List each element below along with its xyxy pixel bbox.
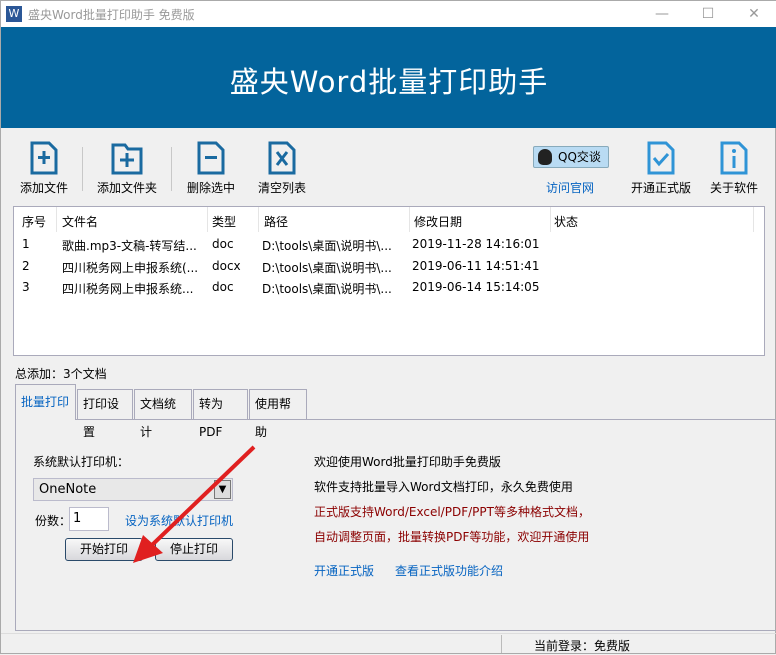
upgrade-link[interactable]: 开通正式版 [314, 562, 374, 579]
delete-file-icon [197, 141, 225, 175]
divider [171, 147, 172, 191]
app-title: 盛央Word批量打印助手 [229, 65, 549, 99]
upgrade-label: 开通正式版 [630, 181, 691, 195]
table-cell: 1 [22, 237, 30, 251]
add-folder-label: 添加文件夹 [96, 181, 157, 195]
qq-chat-button[interactable]: QQ交谈 [533, 146, 609, 168]
printer-label: 系统默认打印机： [33, 455, 130, 469]
column-header-status[interactable]: 状态 [554, 213, 578, 230]
welcome-message: 欢迎使用Word批量打印助手免费版 [314, 455, 501, 469]
about-label: 关于软件 [709, 181, 758, 195]
status-bar [1, 633, 776, 655]
upgrade-button[interactable]: 开通正式版 [625, 141, 697, 196]
add-file-button[interactable]: 添加文件 [8, 141, 80, 196]
info-icon [720, 141, 748, 175]
column-header-filename[interactable]: 文件名 [62, 213, 98, 230]
promo-message-2: 自动调整页面，批量转换PDF等功能，欢迎开通使用 [314, 530, 590, 544]
column-divider [409, 207, 410, 232]
check-document-icon [647, 141, 675, 175]
delete-selected-button[interactable]: 删除选中 [175, 141, 247, 196]
qq-label: QQ交谈 [558, 150, 601, 164]
table-cell: 四川税务网上申报系统(... [62, 260, 199, 275]
copies-label: 份数： [35, 514, 72, 528]
total-count: 总添加：3个文档 [15, 367, 107, 381]
add-folder-icon [111, 143, 143, 175]
table-cell: 2 [22, 258, 30, 273]
maximize-button[interactable]: ☐ [693, 4, 723, 24]
column-divider [56, 207, 57, 232]
red-arrow-annotation [133, 445, 256, 563]
column-divider [753, 207, 754, 232]
add-file-label: 添加文件 [19, 181, 68, 195]
table-cell: 2019-06-14 15:14:05 [412, 280, 540, 294]
table-cell: docx [212, 258, 241, 273]
divider [82, 147, 83, 191]
column-header-path[interactable]: 路径 [264, 213, 288, 230]
column-divider [258, 207, 259, 232]
table-cell: 2019-11-28 14:16:01 [412, 237, 540, 251]
add-folder-button[interactable]: 添加文件夹 [91, 141, 163, 196]
app-icon: W [6, 6, 22, 22]
features-link[interactable]: 查看正式版功能介绍 [395, 562, 503, 579]
table-cell: 四川税务网上申报系统... [62, 282, 194, 296]
banner: 盛央Word批量打印助手 [1, 27, 776, 128]
tab-doc-stats[interactable]: 文档统计 [134, 389, 192, 439]
visit-site-link[interactable]: 访问官网 [546, 179, 594, 196]
close-button[interactable]: ✕ [739, 4, 769, 24]
tab-batch-print[interactable]: 批量打印 [15, 384, 76, 420]
tab-help[interactable]: 使用帮助 [249, 389, 307, 439]
printer-value: OneNote [39, 482, 97, 497]
about-button[interactable]: 关于软件 [698, 141, 770, 196]
column-header-index[interactable]: 序号 [22, 213, 46, 230]
info-message: 软件支持批量导入Word文档打印，永久免费使用 [314, 480, 573, 494]
table-cell: 歌曲.mp3-文稿-转写结... [62, 239, 197, 253]
file-list[interactable]: 序号 文件名 类型 路径 修改日期 状态 1 歌曲.mp3-文稿-转写结... do… [13, 206, 765, 356]
tab-print-settings[interactable]: 打印设置 [77, 389, 133, 439]
window-title: 盛央Word批量打印助手 免费版 [28, 8, 195, 22]
clear-list-button[interactable]: 清空列表 [246, 141, 318, 196]
status-divider [501, 635, 502, 653]
table-cell: doc [212, 280, 234, 294]
title-bar: W 盛央Word批量打印助手 免费版 — ☐ ✕ [1, 1, 776, 27]
table-cell: 2019-06-11 14:51:41 [412, 258, 540, 273]
promo-message-1: 正式版支持Word/Excel/PDF/PPT等多种格式文档， [314, 505, 590, 519]
clear-list-label: 清空列表 [257, 181, 306, 195]
delete-selected-label: 删除选中 [186, 181, 235, 195]
table-cell: doc [212, 237, 234, 251]
table-cell: 3 [22, 280, 30, 294]
table-cell: D:\tools\桌面\说明书\... [262, 260, 392, 275]
qq-penguin-icon [538, 149, 552, 165]
table-cell: D:\tools\桌面\说明书\... [262, 282, 392, 296]
column-header-type[interactable]: 类型 [212, 213, 236, 230]
column-header-modified[interactable]: 修改日期 [414, 213, 462, 230]
clear-list-icon [268, 141, 296, 175]
minimize-button[interactable]: — [647, 4, 677, 24]
login-status: 当前登录：免费版 [534, 639, 631, 653]
tab-to-pdf[interactable]: 转为PDF [193, 389, 248, 439]
table-cell: D:\tools\桌面\说明书\... [262, 239, 392, 253]
column-divider [550, 207, 551, 232]
copies-input[interactable]: 1 [69, 507, 109, 531]
column-divider [207, 207, 208, 232]
add-file-icon [30, 141, 58, 175]
